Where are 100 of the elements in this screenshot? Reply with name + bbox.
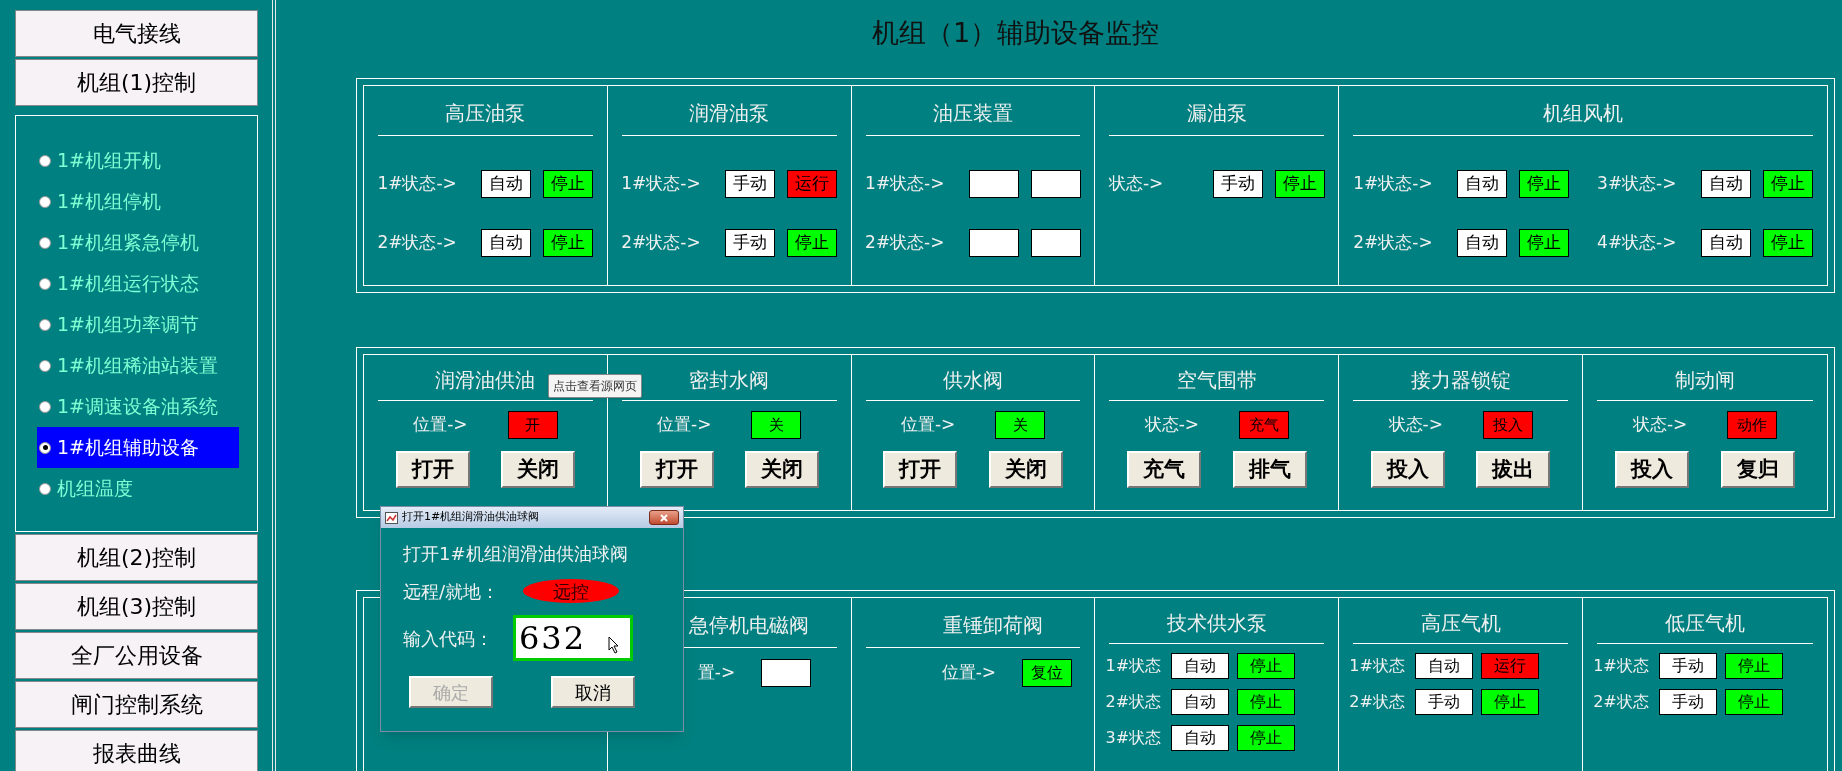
nav-button[interactable]: 电气接线: [15, 10, 258, 57]
position-indicator: 关: [995, 411, 1046, 439]
menu-item[interactable]: 1#机组辅助设备: [37, 427, 239, 468]
radio-icon: [39, 236, 51, 249]
nav-button[interactable]: 机组(1)控制: [15, 59, 258, 106]
state-indicator: 停止: [543, 228, 594, 257]
menu-item[interactable]: 1#机组紧急停机: [37, 222, 239, 263]
mode-indicator: 手动: [1659, 653, 1718, 679]
menu-item[interactable]: 1#调速设备油系统: [37, 386, 239, 427]
command-button[interactable]: 投入: [1371, 451, 1446, 488]
section-title: 技术供水泵: [1166, 609, 1267, 637]
command-button[interactable]: 投入: [1615, 451, 1690, 488]
status-label: 3#状态->: [1597, 171, 1678, 195]
mode-indicator: 手动: [1415, 689, 1474, 715]
radio-icon: [39, 482, 51, 495]
radio-icon: [39, 318, 51, 331]
nav-button[interactable]: 机组(2)控制: [15, 534, 258, 581]
command-button[interactable]: 关闭: [744, 451, 819, 488]
state-indicator: 运行: [787, 169, 838, 198]
app-icon: [385, 511, 398, 524]
position-indicator: 关: [751, 411, 802, 439]
menu-item[interactable]: 1#机组功率调节: [37, 304, 239, 345]
command-button[interactable]: 复归: [1721, 451, 1795, 488]
radio-icon: [39, 441, 51, 454]
nav-button[interactable]: 机组(3)控制: [15, 583, 258, 630]
command-button[interactable]: 排气: [1232, 451, 1307, 488]
position-indicator: 动作: [1727, 411, 1778, 439]
mode-indicator: 自动: [481, 169, 532, 198]
menu-item[interactable]: 机组温度: [37, 468, 239, 509]
mode-indicator: 手动: [1212, 169, 1263, 198]
status-label: 2#状态: [1105, 691, 1163, 713]
command-button[interactable]: 关闭: [501, 451, 576, 488]
status-label: 1#状态->: [865, 171, 946, 195]
section-title: 空气围带: [1176, 366, 1257, 394]
mode-indicator: 自动: [1701, 169, 1752, 198]
dialog-title: 打开1#机组润滑油供油球阀: [402, 509, 541, 526]
mode-indicator: 自动: [481, 228, 532, 257]
state-indicator: 停止: [1237, 725, 1296, 751]
section-title: 密封水阀: [689, 366, 770, 394]
radio-icon: [39, 195, 51, 208]
status-label: 2#状态->: [865, 230, 946, 254]
state-indicator: 停止: [1274, 169, 1325, 198]
nav-button[interactable]: 报表曲线: [15, 730, 258, 771]
state-indicator: 停止: [1519, 169, 1570, 198]
page-title: 机组（1）辅助设备监控: [871, 15, 1160, 50]
radio-icon: [39, 359, 51, 372]
position-label: 位置->: [941, 661, 997, 685]
status-label: 状态->: [1108, 171, 1165, 195]
status-label: 1#状态->: [377, 171, 458, 195]
command-button[interactable]: 打开: [883, 451, 958, 488]
remote-status-indicator: 远控: [523, 579, 619, 603]
position-label: 位置->: [657, 413, 712, 437]
mode-indicator: 自动: [1457, 169, 1508, 198]
menu-item[interactable]: 1#机组停机: [37, 181, 239, 222]
mode-indicator: 自动: [1701, 228, 1752, 257]
section-title: 高压气机: [1420, 609, 1501, 637]
command-button[interactable]: 关闭: [988, 451, 1063, 488]
status-label: 1#状态: [1349, 655, 1406, 677]
state-indicator: 停止: [787, 228, 838, 257]
position-label: 位置->: [413, 413, 468, 437]
state-indicator: 停止: [1237, 689, 1296, 715]
mode-indicator: 自动: [1171, 689, 1230, 715]
menu-item[interactable]: 1#机组稀油站装置: [37, 345, 239, 386]
mouse-cursor-icon: [608, 636, 620, 654]
mode-indicator: 自动: [1171, 725, 1230, 751]
dialog-heading: 打开1#机组润滑油供油球阀: [403, 542, 629, 566]
command-button[interactable]: 打开: [639, 451, 714, 488]
status-label: 1#状态: [1105, 655, 1163, 677]
code-input[interactable]: 632: [513, 615, 633, 661]
status-label: 1#状态->: [1353, 171, 1434, 195]
state-indicator: 停止: [543, 169, 594, 198]
position-label: 位置->: [900, 413, 956, 437]
command-button[interactable]: 打开: [395, 451, 470, 488]
state-indicator: 运行: [1481, 653, 1540, 679]
status-label: 2#状态->: [377, 230, 458, 254]
radio-icon: [39, 400, 51, 413]
state-indicator: 停止: [1519, 228, 1570, 257]
nav-button[interactable]: 闸门控制系统: [15, 681, 258, 728]
radio-icon: [39, 277, 51, 290]
menu-item[interactable]: 1#机组运行状态: [37, 263, 239, 304]
mode-indicator: 自动: [1457, 228, 1508, 257]
position-label: 置->: [697, 661, 736, 685]
nav-button[interactable]: 全厂公用设备: [15, 632, 258, 679]
section-title: 漏油泵: [1186, 99, 1247, 127]
command-button[interactable]: 充气: [1127, 451, 1202, 488]
status-label: 4#状态->: [1597, 230, 1678, 254]
dialog-button[interactable]: 取消: [551, 676, 635, 708]
close-button[interactable]: [649, 510, 679, 525]
position-indicator: 充气: [1239, 411, 1290, 439]
mode-indicator: 手动: [1659, 689, 1718, 715]
mode-indicator: 手动: [725, 228, 776, 257]
command-button[interactable]: 拔出: [1476, 451, 1551, 488]
status-label: 1#状态->: [621, 171, 702, 195]
status-label: 3#状态: [1105, 727, 1163, 749]
state-indicator: 停止: [1481, 689, 1540, 715]
position-label: 状态->: [1144, 413, 1200, 437]
menu-item[interactable]: 1#机组开机: [37, 140, 239, 181]
state-indicator: 停止: [1763, 228, 1814, 257]
status-label: 2#状态->: [1353, 230, 1434, 254]
position-label: 状态->: [1388, 413, 1443, 437]
